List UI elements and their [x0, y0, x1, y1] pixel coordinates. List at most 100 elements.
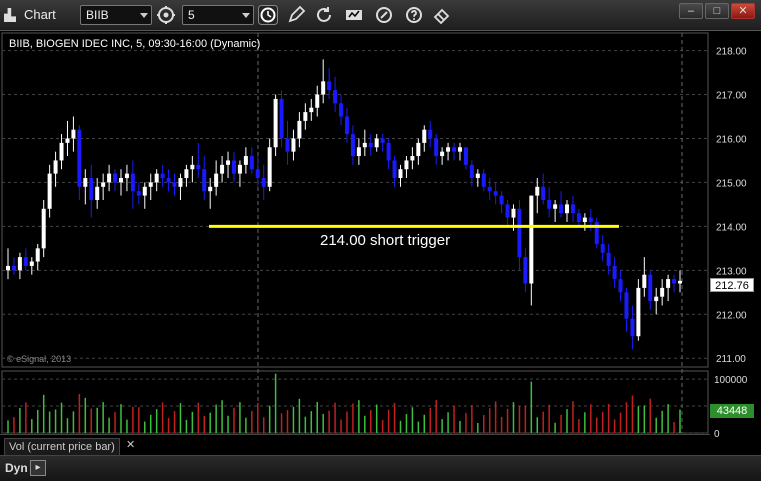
candle-body [214, 173, 219, 187]
candle-body [113, 173, 118, 183]
candle-body [624, 292, 629, 319]
candle-body [553, 204, 558, 209]
pencil-icon[interactable] [286, 5, 306, 25]
interval-combo[interactable]: 5 [182, 5, 254, 25]
close-button[interactable]: ✕ [731, 3, 755, 19]
candle-body [588, 217, 593, 222]
copyright-text: © eSignal, 2013 [7, 354, 72, 364]
time-axis-bar: Dyn ▸ [0, 455, 761, 481]
candle-body [160, 173, 165, 179]
candle-body [130, 173, 135, 192]
candle-body [428, 129, 433, 139]
candle-body [606, 252, 611, 266]
candle-body [618, 279, 623, 293]
candle-body [481, 173, 486, 187]
candle-body [434, 138, 439, 157]
interval-settings-icon[interactable] [156, 5, 176, 25]
candle-body [475, 173, 480, 179]
maximize-button[interactable]: □ [705, 3, 729, 19]
candle-body [368, 142, 373, 148]
candle-body [71, 129, 76, 139]
candle-body [344, 116, 349, 135]
candle-body [440, 151, 445, 157]
candle-body [148, 182, 153, 187]
candle-body [35, 248, 40, 262]
candle-body [505, 204, 510, 218]
candle-body [220, 164, 225, 174]
candle-body [267, 147, 272, 187]
chart-type-icon[interactable] [344, 5, 364, 25]
y-tick-label: 218.00 [716, 47, 747, 58]
close-icon[interactable]: ✕ [126, 438, 135, 451]
link-icon[interactable] [374, 5, 394, 25]
candle-body [469, 164, 474, 179]
candle-body [452, 147, 457, 152]
candle-body [315, 94, 320, 108]
candle-body [333, 90, 338, 104]
candle-body [6, 265, 10, 271]
candle-body [41, 208, 46, 249]
chevron-down-icon[interactable] [242, 13, 250, 18]
minimize-button[interactable]: – [679, 3, 703, 19]
candle-body [642, 274, 647, 288]
candle-body [672, 279, 677, 284]
candle-body [83, 178, 88, 187]
candle-body [398, 169, 403, 179]
candle-body [666, 279, 671, 288]
candle-body [339, 103, 344, 117]
refresh-icon[interactable] [314, 5, 334, 25]
candle-body [547, 200, 552, 209]
candle-body [279, 98, 284, 139]
y-tick-label: 211.00 [716, 354, 746, 365]
candle-body [101, 182, 106, 187]
candle-body [196, 164, 201, 170]
dynamic-mode-label[interactable]: Dyn [5, 461, 28, 475]
candle-body [570, 204, 575, 214]
candle-body [565, 204, 570, 214]
candle-body [541, 186, 546, 200]
candle-body [243, 156, 248, 165]
candle-body [11, 265, 16, 271]
candle-body [172, 182, 177, 187]
clock-icon[interactable] [258, 5, 278, 25]
candle-body [297, 120, 302, 139]
candle-body [660, 287, 665, 297]
y-tick-label: 215.00 [716, 178, 747, 189]
chart-window: Chart BIIB 5 – □ ✕ 218.00 217.00 216.00 … [0, 0, 761, 481]
candle-body [249, 156, 254, 170]
candle-body [356, 147, 361, 157]
candle-body [261, 178, 266, 187]
scroll-icon[interactable]: ▸ [30, 460, 46, 476]
candle-body [582, 217, 587, 222]
candle-body [255, 169, 260, 179]
candle-body [362, 142, 367, 148]
study-tab-volume[interactable]: Vol (current price bar) [4, 438, 120, 456]
symbol-value: BIIB [86, 8, 109, 22]
symbol-combo[interactable]: BIIB [80, 5, 152, 25]
chevron-down-icon[interactable] [140, 13, 148, 18]
candle-body [404, 160, 409, 170]
candle-body [59, 142, 64, 161]
y-tick-label: 212.00 [716, 310, 747, 321]
last-price-tag: 212.76 [710, 278, 754, 292]
short-trigger-annotation[interactable]: 214.00 short trigger [320, 232, 450, 249]
study-bar: Vol (current price bar) ✕ [0, 434, 710, 456]
candle-body [118, 178, 123, 183]
candle-body [136, 191, 141, 196]
candle-body [29, 261, 34, 266]
candle-body [166, 178, 171, 183]
chart-symbol-label: BIIB, BIOGEN IDEC INC, 5, 09:30-16:00 (D… [9, 38, 261, 50]
candle-body [231, 160, 236, 174]
interval-value: 5 [188, 8, 195, 22]
candle-body [386, 142, 391, 161]
candle-body [350, 134, 355, 157]
candle-body [208, 186, 213, 192]
help-icon[interactable] [404, 5, 424, 25]
candle-body [523, 257, 528, 284]
candle-body [612, 265, 617, 280]
chart-app-icon [4, 8, 16, 22]
eraser-icon[interactable] [432, 5, 452, 25]
candle-body [559, 204, 564, 214]
candle-body [380, 138, 385, 143]
candle-body [422, 129, 427, 143]
